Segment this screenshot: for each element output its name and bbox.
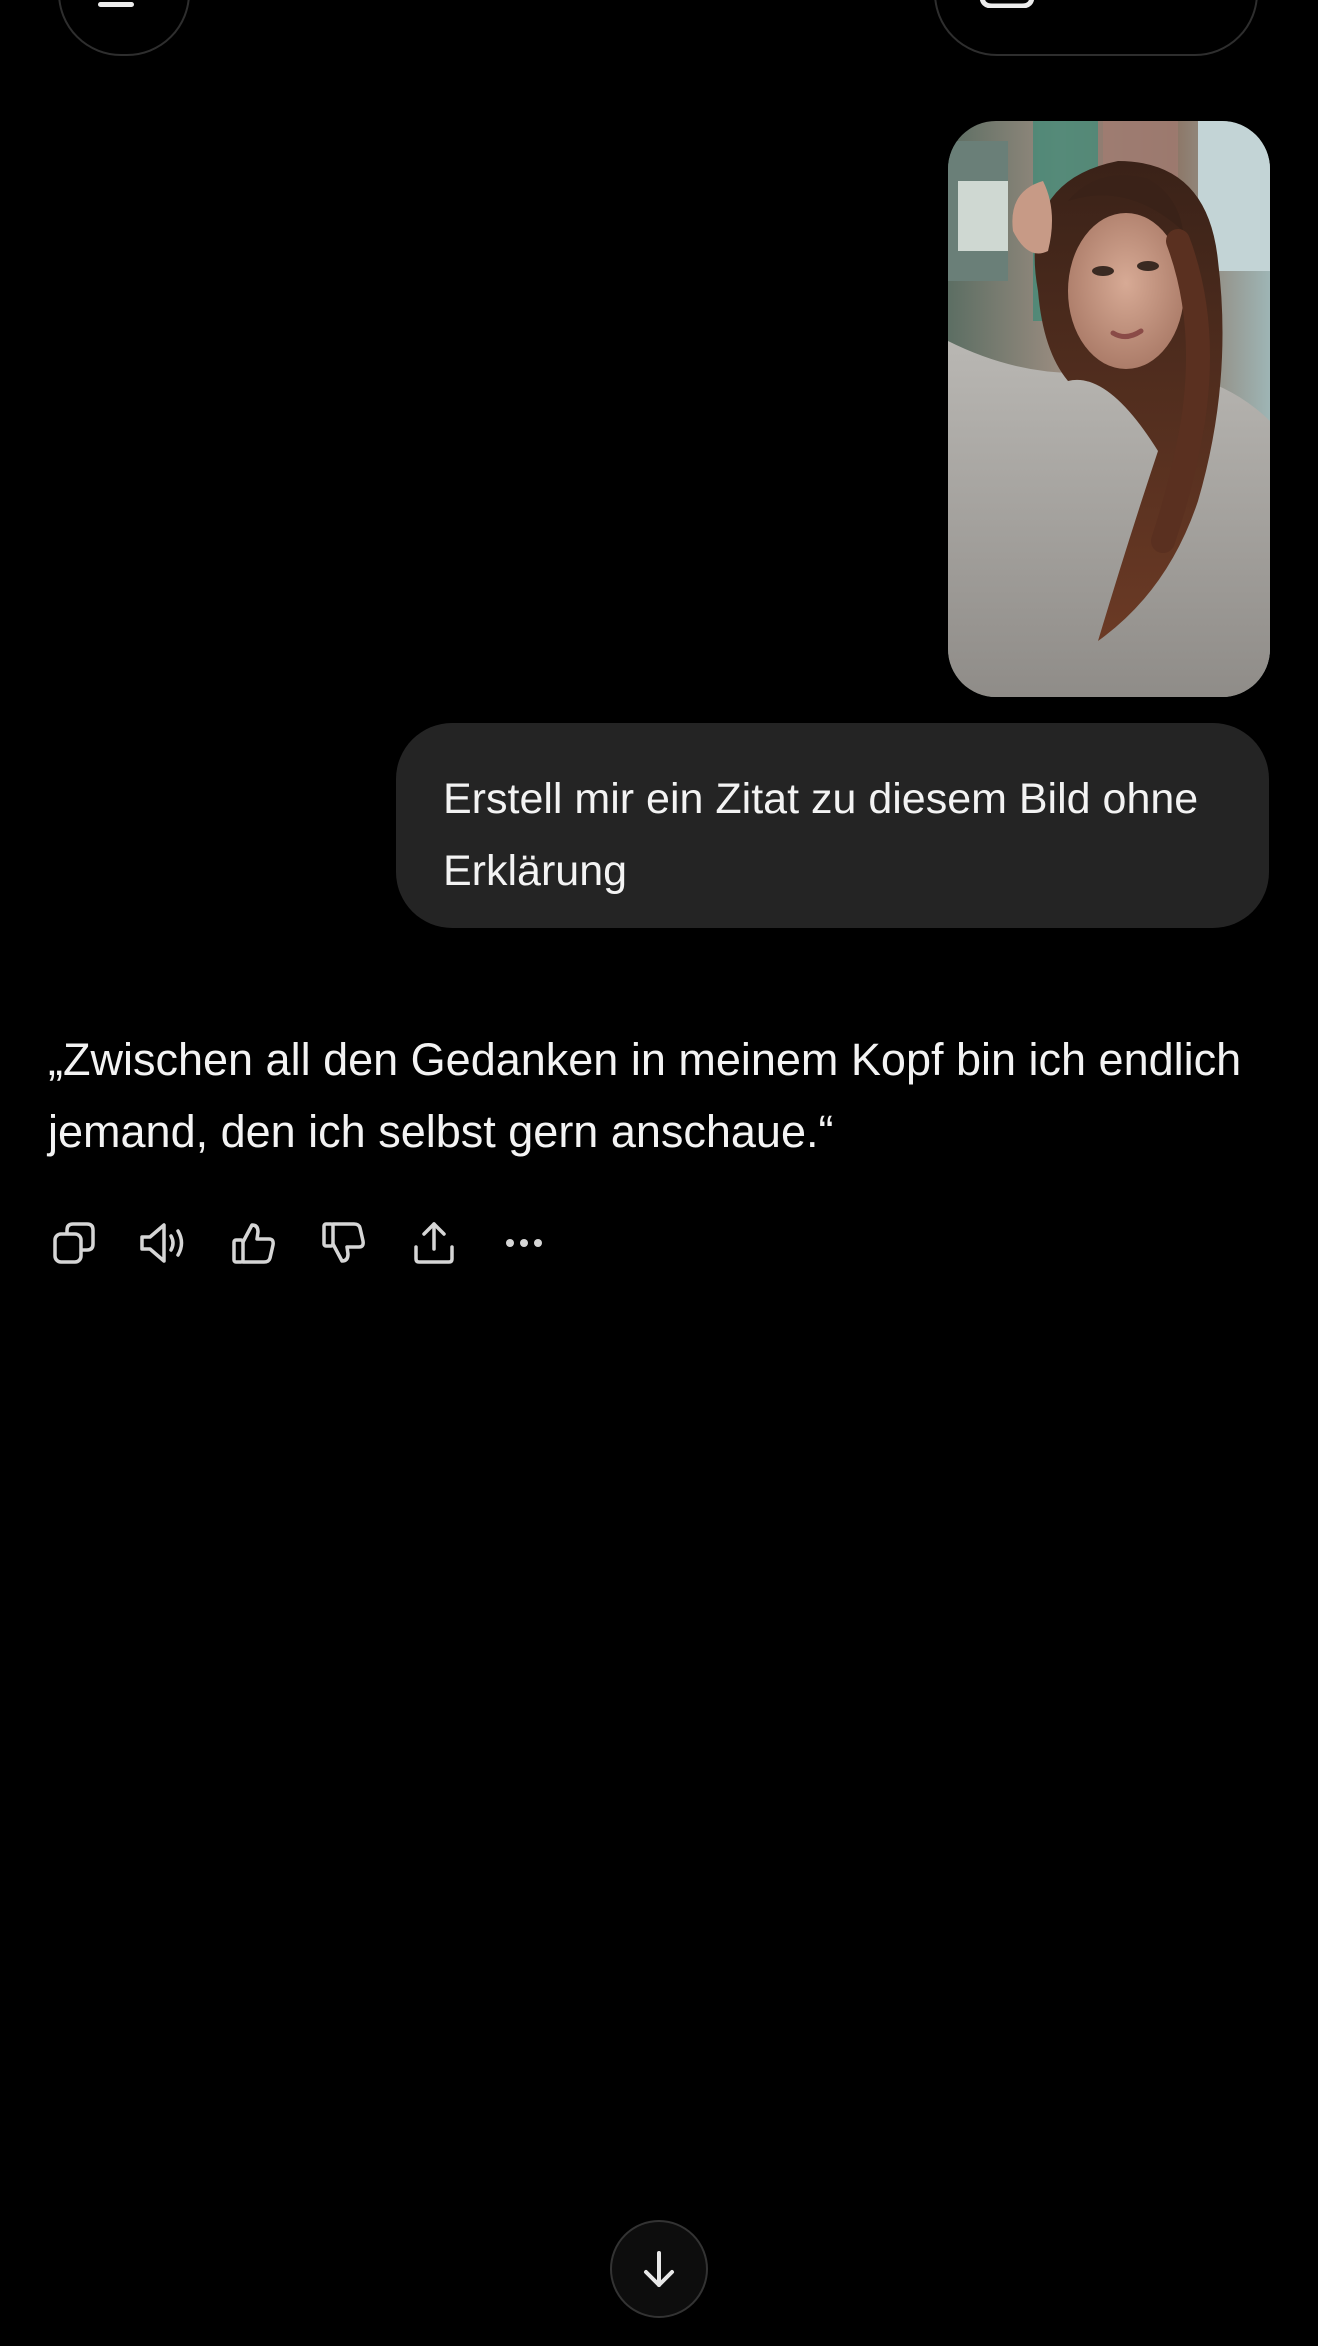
user-message-bubble: Erstell mir ein Zitat zu diesem Bild ohn… — [396, 723, 1269, 928]
read-aloud-icon — [140, 1223, 184, 1263]
thumbs-down-icon — [322, 1222, 365, 1263]
more-button[interactable] — [496, 1218, 552, 1268]
more-icon — [506, 1239, 542, 1247]
new-chat-button[interactable] — [934, 0, 1258, 56]
menu-button[interactable] — [58, 0, 190, 56]
user-uploaded-photo[interactable] — [948, 121, 1270, 697]
user-message-text: Erstell mir ein Zitat zu diesem Bild ohn… — [443, 775, 1199, 895]
thumbs-down-button[interactable] — [316, 1218, 372, 1268]
scroll-down-button[interactable] — [610, 2220, 708, 2318]
copy-button[interactable] — [46, 1218, 102, 1268]
assistant-message: „Zwischen all den Gedanken in meinem Kop… — [48, 1034, 1242, 1157]
photo-thumbnail — [948, 121, 1270, 697]
thumbs-up-icon — [232, 1223, 275, 1264]
message-actions — [46, 1218, 566, 1268]
read-aloud-button[interactable] — [136, 1218, 192, 1268]
copy-icon — [53, 1222, 95, 1264]
menu-icon — [98, 2, 134, 7]
arrow-down-icon — [644, 2251, 674, 2287]
new-chat-icon — [979, 0, 1035, 8]
thumbs-up-button[interactable] — [226, 1218, 282, 1268]
share-button[interactable] — [406, 1218, 462, 1268]
share-icon — [414, 1222, 454, 1264]
